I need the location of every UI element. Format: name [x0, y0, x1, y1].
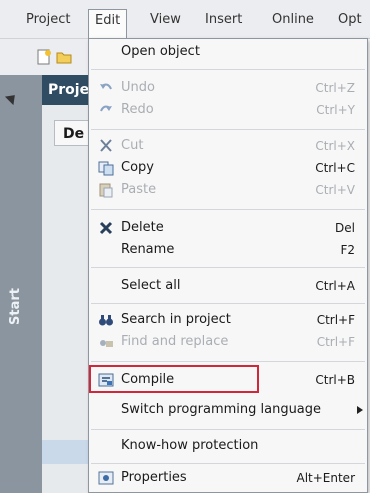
menu-item-label: Copy — [121, 160, 154, 175]
menu-view[interactable]: View — [150, 10, 181, 30]
submenu-arrow-icon — [357, 406, 363, 414]
binoculars-icon — [97, 311, 115, 329]
menu-item-label: Rename — [121, 242, 175, 257]
start-label: Start — [8, 288, 23, 325]
compile-icon — [97, 371, 115, 389]
menu-item-shortcut: Alt+Enter — [296, 471, 355, 485]
menu-item-redo[interactable]: Redo Ctrl+Y — [89, 99, 367, 121]
menu-item-switch-programming-language[interactable]: Switch programming language — [89, 399, 367, 421]
menu-item-shortcut: Ctrl+C — [315, 161, 355, 175]
find-replace-icon — [97, 333, 115, 351]
start-strip[interactable]: Start — [0, 75, 42, 493]
menu-item-label: Select all — [121, 278, 181, 293]
menu-item-rename[interactable]: Rename F2 — [89, 239, 367, 261]
menu-item-paste[interactable]: Paste Ctrl+V — [89, 179, 367, 201]
menu-item-label: Switch programming language — [121, 402, 322, 417]
menu-item-shortcut: Ctrl+B — [315, 373, 355, 387]
menu-separator — [91, 129, 365, 130]
menu-item-shortcut: Ctrl+F — [316, 335, 355, 349]
menu-item-label: Undo — [121, 80, 155, 95]
menu-item-label: Cut — [121, 138, 144, 153]
menu-item-shortcut: Ctrl+A — [315, 279, 355, 293]
menu-item-label: Search in project — [121, 312, 231, 327]
menu-online[interactable]: Online — [272, 10, 314, 30]
menu-item-properties[interactable]: Properties Alt+Enter — [89, 467, 367, 489]
menu-separator — [91, 69, 365, 70]
menu-item-label: Know-how protection — [121, 438, 259, 453]
delete-x-icon — [97, 219, 115, 237]
paste-icon — [97, 181, 115, 199]
menu-item-shortcut: F2 — [340, 243, 355, 257]
menu-separator — [91, 361, 365, 362]
scissors-icon — [97, 137, 115, 155]
menu-options[interactable]: Opt — [338, 10, 362, 30]
menu-item-shortcut: Ctrl+Y — [316, 103, 355, 117]
menu-item-shortcut: Del — [335, 221, 355, 235]
menu-item-shortcut: Ctrl+V — [315, 183, 355, 197]
menu-item-label: Open object — [121, 44, 200, 59]
menu-item-label: Paste — [121, 182, 157, 197]
menu-item-shortcut: Ctrl+Z — [315, 81, 355, 95]
menu-item-find-and-replace[interactable]: Find and replace Ctrl+F — [89, 331, 367, 353]
menu-separator — [91, 267, 365, 268]
menu-item-label: Delete — [121, 220, 164, 235]
new-project-icon[interactable] — [36, 49, 52, 65]
menu-item-cut[interactable]: Cut Ctrl+X — [89, 135, 367, 157]
menu-item-delete[interactable]: Delete Del — [89, 217, 367, 239]
menu-edit[interactable]: Edit — [88, 9, 128, 39]
copy-icon — [97, 159, 115, 177]
menu-item-select-all[interactable]: Select all Ctrl+A — [89, 275, 367, 297]
edit-menu-dropdown: Open object Undo Ctrl+Z Redo Ctrl+Y Cut … — [88, 38, 368, 493]
menu-project[interactable]: Project — [26, 10, 70, 30]
menu-item-compile[interactable]: Compile Ctrl+B — [89, 365, 367, 393]
menu-bar: Project Edit View Insert Online Opt — [0, 0, 370, 39]
redo-icon — [97, 101, 115, 119]
menu-separator — [91, 209, 365, 210]
menu-item-search-in-project[interactable]: Search in project Ctrl+F — [89, 309, 367, 331]
menu-separator — [91, 463, 365, 464]
menu-item-open-object[interactable]: Open object — [89, 41, 367, 63]
menu-item-know-how-protection[interactable]: Know-how protection — [89, 435, 367, 457]
menu-item-undo[interactable]: Undo Ctrl+Z — [89, 77, 367, 99]
menu-item-label: Compile — [121, 372, 175, 387]
menu-item-shortcut: Ctrl+F — [316, 313, 355, 327]
menu-separator — [91, 429, 365, 430]
undo-icon — [97, 79, 115, 97]
menu-item-label: Properties — [121, 470, 187, 485]
properties-icon — [97, 469, 115, 487]
menu-item-copy[interactable]: Copy Ctrl+C — [89, 157, 367, 179]
menu-separator — [91, 303, 365, 304]
toolbar — [0, 39, 90, 75]
open-project-icon[interactable] — [56, 49, 72, 65]
menu-item-shortcut: Ctrl+X — [315, 139, 355, 153]
menu-item-label: Find and replace — [121, 334, 229, 349]
menu-item-label: Redo — [121, 102, 154, 117]
menu-insert[interactable]: Insert — [205, 10, 242, 30]
